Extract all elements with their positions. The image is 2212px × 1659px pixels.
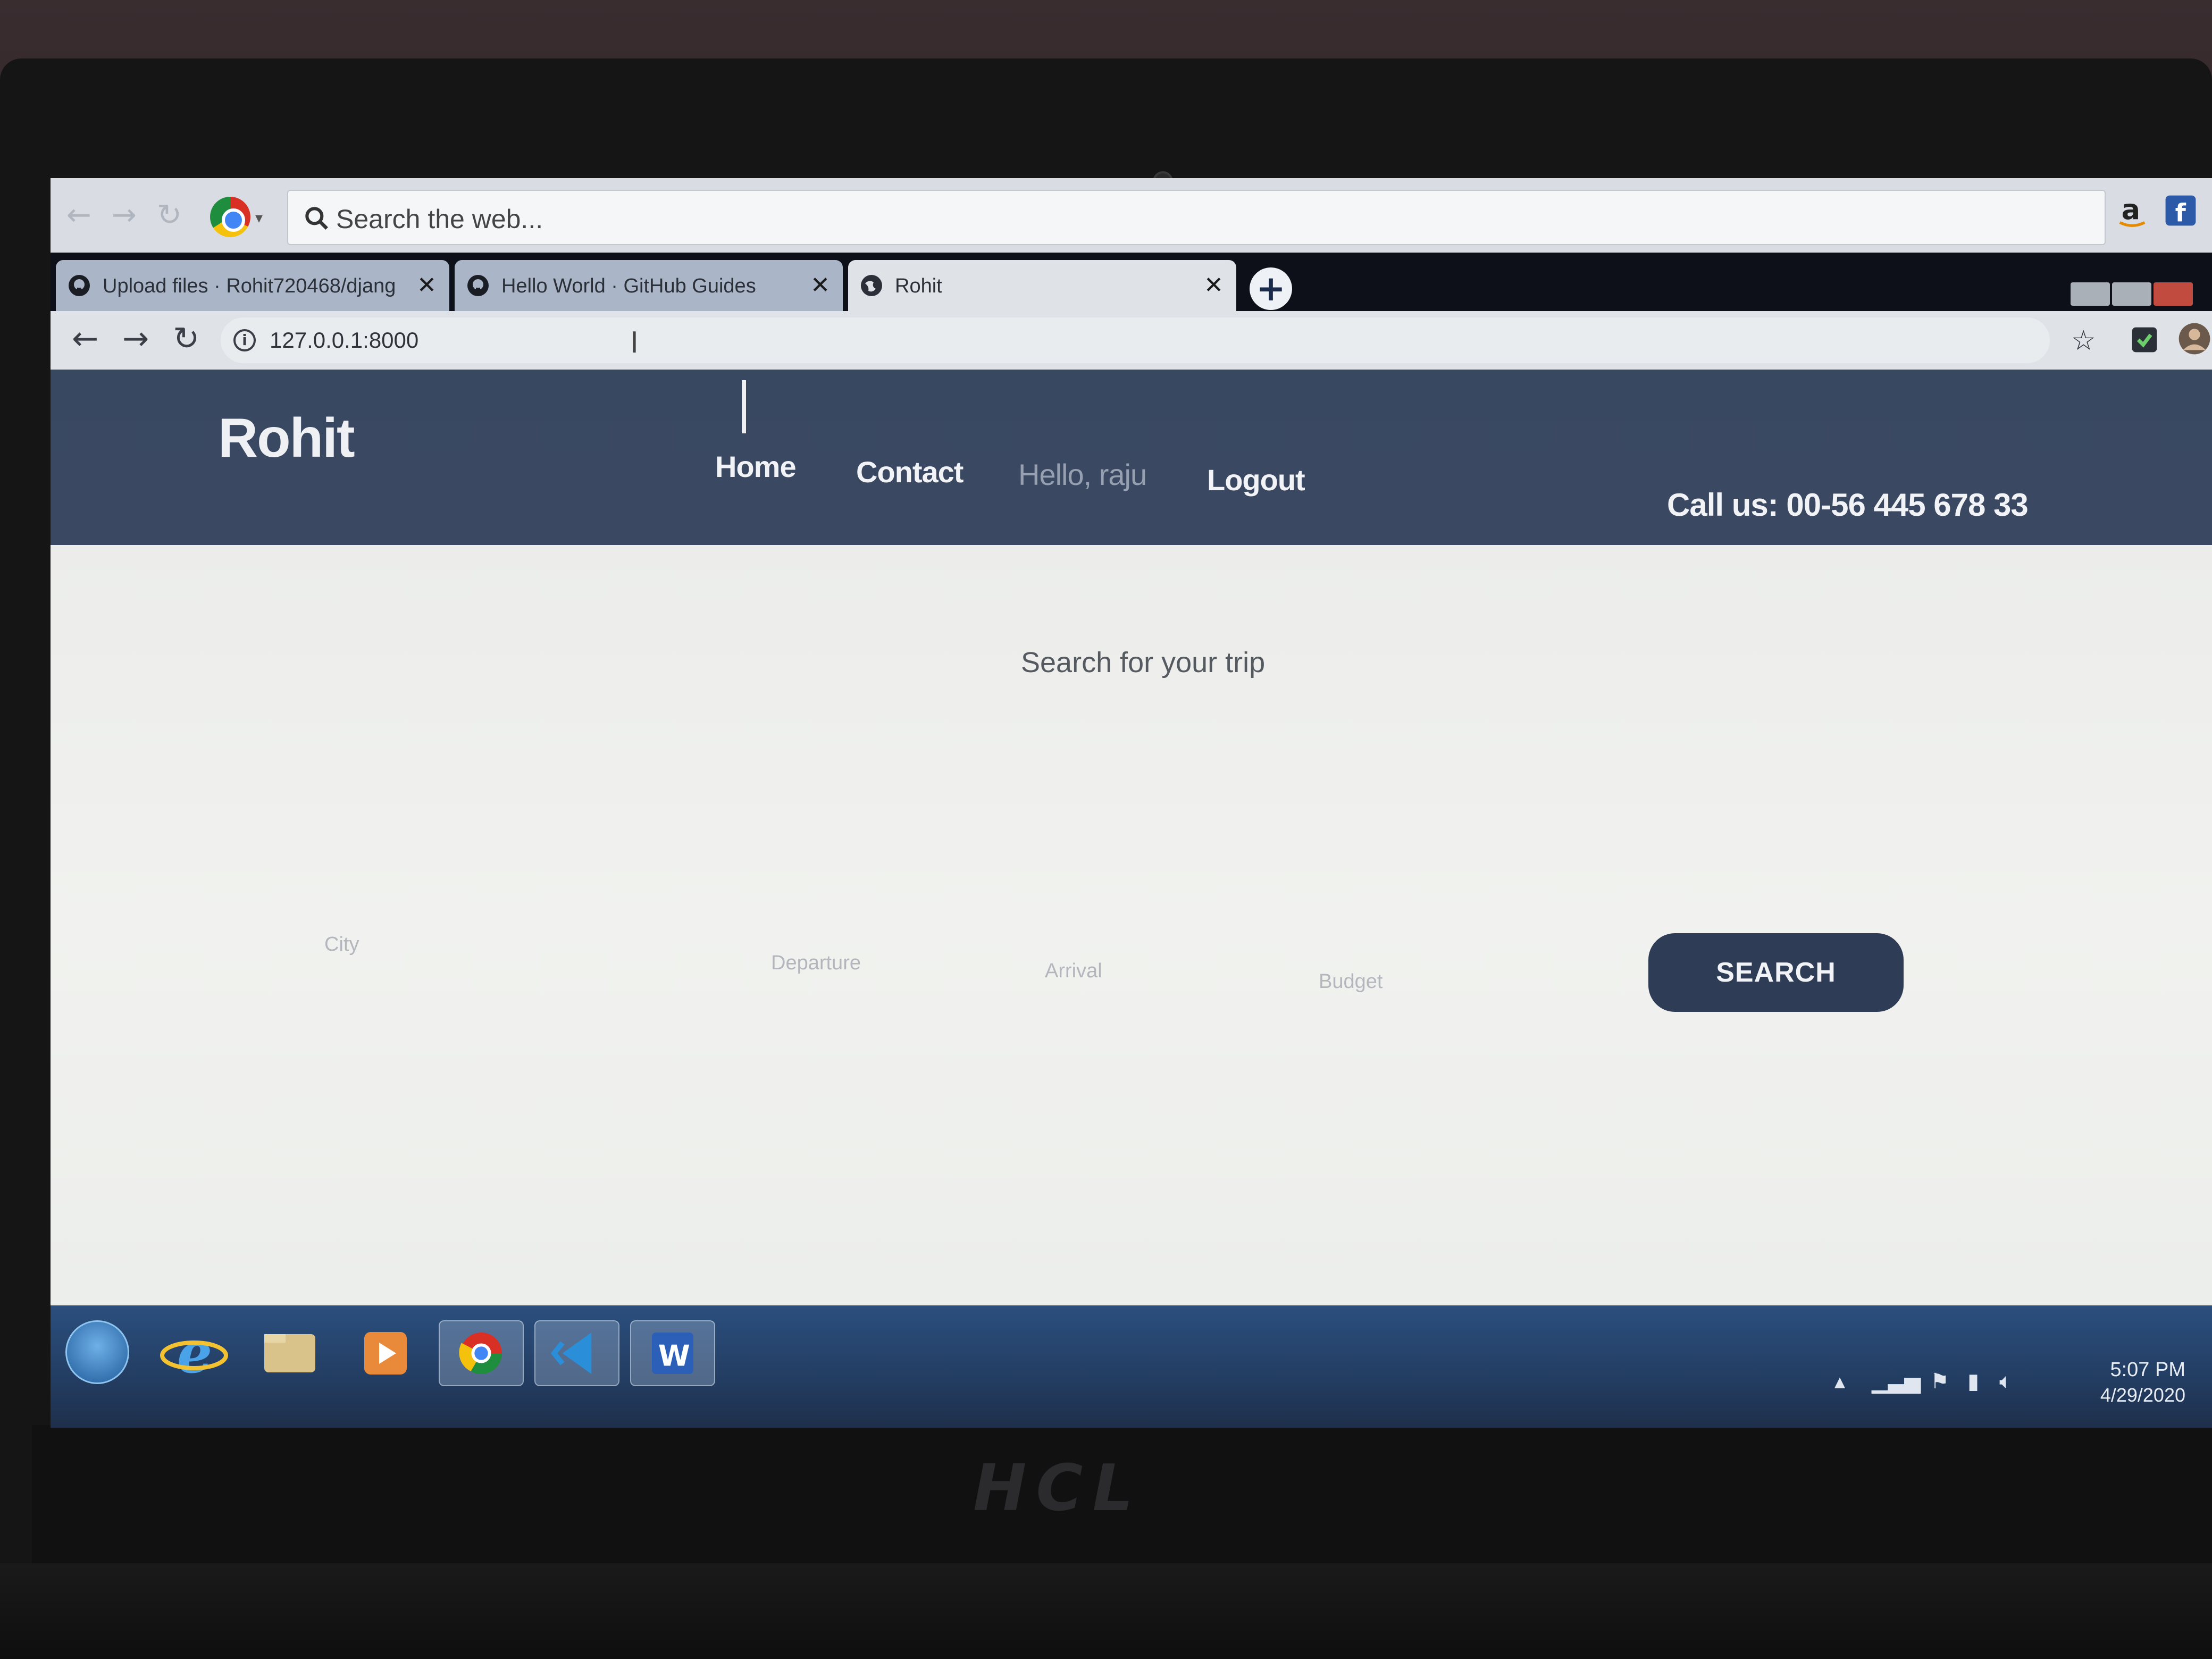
svg-text:f: f xyxy=(2175,199,2186,227)
clock-date[interactable]: 4/29/2020 xyxy=(2100,1384,2185,1406)
globe-icon xyxy=(861,275,882,296)
url-field[interactable]: i 127.0.0.1:8000 I xyxy=(221,317,2050,363)
info-icon[interactable]: i xyxy=(233,329,256,351)
nav-home-link[interactable]: Home xyxy=(715,449,797,484)
toolbar-back-icon[interactable]: ← xyxy=(66,199,91,231)
github-icon xyxy=(69,275,90,296)
tab-hello-world-close-icon[interactable]: ✕ xyxy=(810,272,830,299)
word-icon[interactable]: W xyxy=(630,1320,715,1386)
back-icon[interactable]: ← xyxy=(72,323,98,355)
web-search-placeholder: Search the web... xyxy=(336,204,543,234)
call-us-text: Call us: 00-56 445 678 33 xyxy=(1667,487,2029,523)
svg-text:a: a xyxy=(2122,194,2140,227)
nav-logout-link[interactable]: Logout xyxy=(1207,463,1305,497)
flag-icon[interactable]: ⚑ xyxy=(1930,1369,1949,1394)
laptop-logo: HCL xyxy=(973,1452,1143,1526)
star-icon[interactable]: ☆ xyxy=(2071,325,2096,357)
tray-expand-icon[interactable]: ▴ xyxy=(1834,1369,1845,1394)
user-greeting: Hello, raju xyxy=(1018,458,1147,491)
tab-upload-files[interactable]: Upload files · Rohit720468/djang ✕ xyxy=(56,260,449,311)
tab-rohit[interactable]: Rohit ✕ xyxy=(848,260,1236,311)
web-search-box[interactable]: Search the web... xyxy=(287,190,2106,245)
close-window-button[interactable] xyxy=(2154,282,2193,306)
search-icon xyxy=(305,207,328,230)
address-bar: ← → ↻ i 127.0.0.1:8000 I ☆ xyxy=(51,311,2212,370)
tab-strip: Upload files · Rohit720468/djang ✕ Hello… xyxy=(51,253,2212,311)
search-button[interactable]: SEARCH xyxy=(1648,933,1904,1012)
tab-upload-files-close-icon[interactable]: ✕ xyxy=(417,272,437,299)
signal-icon[interactable]: ▁▃▅ xyxy=(1872,1369,1921,1394)
search-toolbar: ← → ↻ ▾ Search the web... a f xyxy=(51,178,2212,253)
site-brand[interactable]: Rohit xyxy=(218,407,355,470)
battery-icon[interactable]: ▮ xyxy=(1967,1369,1979,1394)
chrome-taskbar-icon[interactable] xyxy=(439,1320,524,1386)
budget-input[interactable]: Budget xyxy=(1319,970,1382,993)
vscode-icon[interactable] xyxy=(534,1320,619,1386)
extension-icon[interactable] xyxy=(2130,325,2159,355)
profile-avatar[interactable] xyxy=(2177,322,2211,356)
text-cursor-icon: I xyxy=(630,326,639,359)
tab-hello-world-title: Hello World · GitHub Guides xyxy=(501,275,756,297)
tab-rohit-close-icon[interactable]: ✕ xyxy=(1204,272,1224,299)
start-button[interactable] xyxy=(65,1320,129,1384)
chrome-logo-icon[interactable] xyxy=(210,197,250,237)
volume-icon[interactable]: 🔈︎ xyxy=(1999,1369,2012,1394)
facebook-icon[interactable]: f xyxy=(2164,194,2197,227)
nav-active-indicator xyxy=(742,380,746,433)
site-header: Rohit Home Contact Hello, raju Logout Ca… xyxy=(51,370,2212,545)
internet-explorer-icon[interactable]: e xyxy=(152,1320,237,1386)
svg-text:W: W xyxy=(658,1338,690,1372)
maximize-button[interactable] xyxy=(2112,282,2151,306)
new-tab-button[interactable]: + xyxy=(1250,267,1292,310)
amazon-icon[interactable]: a xyxy=(2114,193,2151,230)
search-heading: Search for your trip xyxy=(1021,647,1266,678)
nav-contact-link[interactable]: Contact xyxy=(856,455,963,489)
minimize-button[interactable] xyxy=(2071,282,2110,306)
clock-time[interactable]: 5:07 PM xyxy=(2110,1359,2185,1381)
tab-hello-world[interactable]: Hello World · GitHub Guides ✕ xyxy=(455,260,843,311)
system-tray: ▴ ▁▃▅ ⚑ ▮ 🔈︎ 5:07 PM 4/29/2020 xyxy=(1813,1353,2196,1412)
chevron-down-icon[interactable]: ▾ xyxy=(255,209,263,227)
windows-taskbar: e W ▴ ▁▃▅ ⚑ ▮ 🔈︎ 5:07 PM 4/29/2020 xyxy=(51,1305,2212,1428)
toolbar-refresh-icon[interactable]: ↻ xyxy=(157,199,182,231)
screen: ← → ↻ ▾ Search the web... a f Upload fil… xyxy=(51,178,2212,1428)
tab-upload-files-title: Upload files · Rohit720468/djang xyxy=(103,275,396,297)
media-player-icon[interactable] xyxy=(343,1320,428,1386)
tab-rohit-title: Rohit xyxy=(895,275,942,297)
city-input[interactable]: City xyxy=(324,933,359,956)
window-controls xyxy=(2068,282,2196,306)
arrival-input[interactable]: Arrival xyxy=(1045,960,1102,983)
github-icon xyxy=(467,275,489,296)
svg-text:e: e xyxy=(177,1320,212,1386)
url-text: 127.0.0.1:8000 xyxy=(270,328,419,353)
laptop-base xyxy=(0,1563,2212,1659)
file-explorer-icon[interactable] xyxy=(247,1320,332,1386)
toolbar-forward-icon[interactable]: → xyxy=(112,199,137,231)
departure-input[interactable]: Departure xyxy=(771,952,861,975)
forward-icon[interactable]: → xyxy=(122,323,149,355)
reload-icon[interactable]: ↻ xyxy=(173,323,199,355)
